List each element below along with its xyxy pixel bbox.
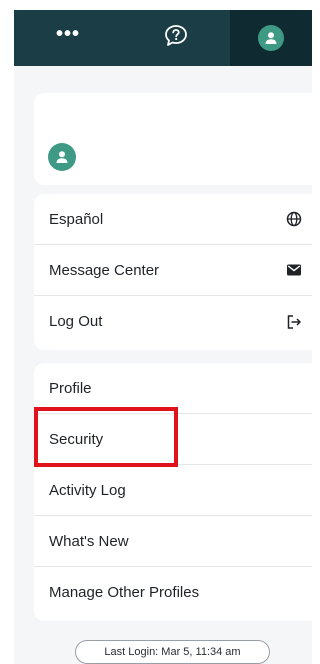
- globe-icon: [286, 211, 302, 227]
- menu-item-security[interactable]: Security: [34, 414, 312, 465]
- menu-item-label: Log Out: [49, 313, 103, 330]
- menu-item-label: Español: [49, 210, 104, 228]
- menu-item-label: Profile: [49, 379, 92, 397]
- menu-item-profile[interactable]: Profile: [34, 363, 312, 414]
- menu-item-whats-new[interactable]: What's New: [34, 516, 312, 567]
- menu-item-log-out[interactable]: Log Out: [34, 296, 312, 347]
- menu-group-account: Profile Security Activity Log What's New…: [34, 363, 312, 621]
- menu-item-label: Activity Log: [49, 481, 126, 499]
- last-login-badge: Last Login: Mar 5, 11:34 am: [75, 640, 270, 664]
- user-icon: [56, 151, 68, 163]
- menu-item-label: Manage Other Profiles: [49, 584, 200, 601]
- menu-item-manage-other-profiles[interactable]: Manage Other Profiles: [34, 567, 312, 618]
- avatar: [48, 143, 76, 171]
- menu-item-message-center[interactable]: Message Center: [34, 245, 312, 296]
- menu-item-label: Message Center: [49, 261, 160, 279]
- menu-item-language[interactable]: Español: [34, 194, 312, 245]
- user-icon: [258, 25, 284, 51]
- menu-item-activity-log[interactable]: Activity Log: [34, 465, 312, 516]
- more-dots-icon: •••: [55, 23, 80, 45]
- profile-card: [34, 93, 312, 185]
- envelope-icon: [286, 262, 302, 278]
- menu-item-label: Security: [49, 430, 104, 448]
- profile-menu-button[interactable]: [230, 10, 312, 66]
- app-window: ••• Español Message Center Log Out Profi…: [0, 0, 312, 664]
- account-menu-panel: Español Message Center Log Out Profile S…: [14, 66, 312, 664]
- menu-item-label: What's New: [49, 532, 129, 550]
- help-chat-button[interactable]: [122, 10, 230, 66]
- logout-icon: [286, 314, 302, 330]
- help-chat-icon: [162, 23, 190, 54]
- top-bar: •••: [14, 10, 312, 66]
- more-menu-button[interactable]: •••: [14, 10, 122, 66]
- menu-group-settings: Español Message Center Log Out: [34, 194, 312, 350]
